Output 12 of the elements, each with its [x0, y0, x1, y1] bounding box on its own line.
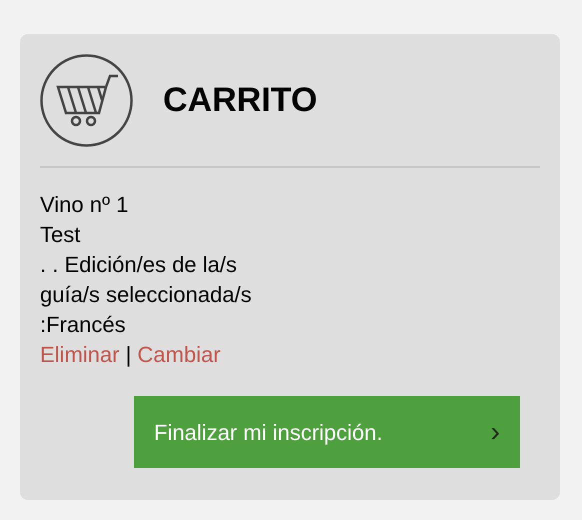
checkout-button[interactable]: Finalizar mi inscripción. › — [134, 396, 520, 468]
item-text: Vino nº 1 — [40, 192, 128, 217]
cart-title: CARRITO — [163, 80, 318, 121]
item-text: . . Edición/es de la/s — [40, 252, 237, 277]
separator: | — [124, 342, 132, 367]
action-link[interactable]: Eliminar — [40, 342, 120, 367]
item-text: guía/s seleccionada/s — [40, 282, 252, 307]
shopping-cart-icon — [40, 54, 133, 147]
action-link[interactable]: Cambiar — [137, 342, 221, 367]
item-text: :Francés — [40, 312, 126, 337]
chevron-icon: › — [490, 411, 500, 453]
item-text: Test — [40, 222, 80, 247]
